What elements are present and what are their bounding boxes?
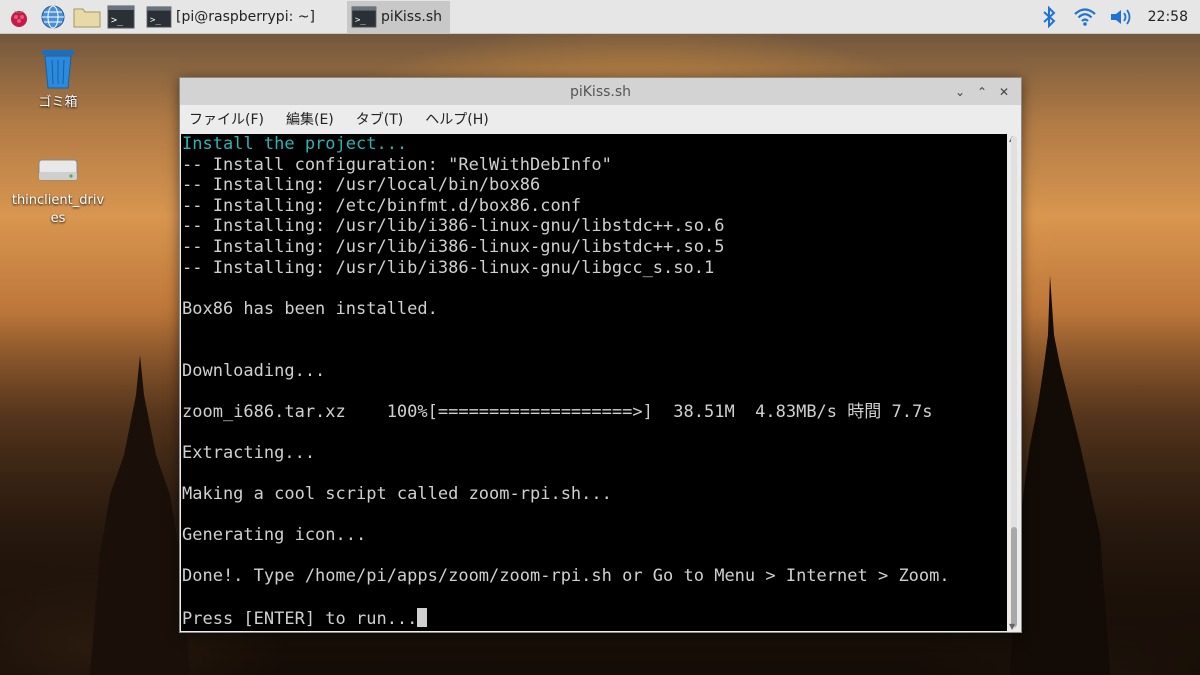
terminal-line: -- Installing: /usr/lib/i386-linux-gnu/l… (182, 236, 725, 257)
desktop-icon-trash[interactable]: ゴミ箱 (10, 46, 106, 112)
scrollbar-thumb[interactable] (1011, 527, 1017, 627)
scrollbar[interactable]: ▲ ▼ (1007, 134, 1021, 631)
terminal-line: -- Installing: /etc/binfmt.d/box86.conf (182, 195, 582, 216)
clock[interactable]: 22:58 (1148, 9, 1188, 25)
terminal-line: -- Installing: /usr/local/bin/box86 (182, 175, 541, 196)
menu-tabs[interactable]: タブ(T) (353, 107, 406, 131)
wallpaper-pagoda-left (90, 355, 190, 675)
desktop-icon-label: ゴミ箱 (38, 95, 78, 110)
terminal-line: Install the project... (182, 134, 408, 154)
minimize-icon[interactable]: ⌄ (949, 85, 971, 99)
menu-edit[interactable]: 編集(E) (283, 107, 337, 131)
terminal-icon: >_ (351, 5, 377, 28)
terminal-line: Box86 has been installed. (182, 298, 438, 319)
menubar: ファイル(F) 編集(E) タブ(T) ヘルプ(H) (180, 105, 1021, 133)
terminal-icon: >_ (146, 5, 172, 28)
volume-icon[interactable] (1108, 4, 1134, 30)
maximize-icon[interactable]: ⌃ (971, 85, 993, 99)
taskbar-button-pikiss[interactable]: >_ piKiss.sh (346, 0, 451, 33)
desktop-icon-thinclient-drives[interactable]: thinclient_drives (10, 154, 106, 228)
drive-icon (38, 159, 78, 181)
terminal-line: Done!. Type /home/pi/apps/zoom/zoom-rpi.… (182, 566, 950, 587)
terminal-launcher-icon[interactable]: >_ (106, 2, 136, 32)
terminal-line: Making a cool script called zoom-rpi.sh.… (182, 484, 612, 505)
menu-help[interactable]: ヘルプ(H) (422, 107, 491, 131)
scroll-down-icon[interactable]: ▼ (1009, 622, 1015, 631)
file-manager-icon[interactable] (72, 2, 102, 32)
svg-text:>_: >_ (111, 15, 124, 26)
system-tray: 22:58 (1026, 0, 1200, 34)
web-browser-icon[interactable] (38, 2, 68, 32)
wallpaper-pagoda-right (1010, 275, 1110, 675)
taskbar-button-label: piKiss.sh (380, 8, 443, 25)
close-icon[interactable]: ✕ (993, 85, 1015, 99)
svg-text:>_: >_ (355, 14, 367, 25)
terminal-line: Generating icon... (182, 525, 367, 546)
taskbar-button-label: [pi@raspberrypi: ~] (176, 8, 315, 25)
terminal-line: -- Installing: /usr/lib/i386-linux-gnu/l… (182, 216, 725, 237)
terminal-line: Extracting... (182, 442, 316, 463)
wifi-icon[interactable] (1072, 4, 1098, 30)
raspberry-menu-icon[interactable] (4, 2, 34, 32)
taskbar-button-terminal[interactable]: >_ [pi@raspberrypi: ~] (142, 1, 323, 33)
terminal-line: -- Installing: /usr/lib/i386-linux-gnu/l… (182, 257, 715, 278)
terminal-line: Downloading... (182, 360, 326, 381)
text-cursor (417, 607, 428, 627)
terminal-output[interactable]: Install the project... -- Install configu… (181, 134, 1007, 631)
terminal-window: piKiss.sh ⌄ ⌃ ✕ ファイル(F) 編集(E) タブ(T) ヘルプ(… (179, 77, 1022, 633)
window-title: piKiss.sh (569, 83, 632, 100)
trash-icon (42, 50, 74, 89)
window-titlebar[interactable]: piKiss.sh ⌄ ⌃ ✕ (180, 78, 1021, 105)
terminal-prompt-text: Press [ENTER] to run... (182, 608, 418, 629)
terminal-line: Press [ENTER] to run... (181, 607, 1007, 629)
bluetooth-icon[interactable] (1036, 4, 1062, 30)
svg-text:>_: >_ (150, 14, 162, 25)
desktop-icon-label: thinclient_drives (11, 193, 105, 226)
taskbar: >_ >_ [pi@raspberrypi: ~] >_ piKiss.sh 2… (0, 0, 1200, 34)
menu-file[interactable]: ファイル(F) (186, 107, 267, 131)
terminal-line: -- Install configuration: "RelWithDebInf… (182, 154, 612, 175)
terminal-line: zoom_i686.tar.xz 100%[==================… (182, 401, 933, 422)
